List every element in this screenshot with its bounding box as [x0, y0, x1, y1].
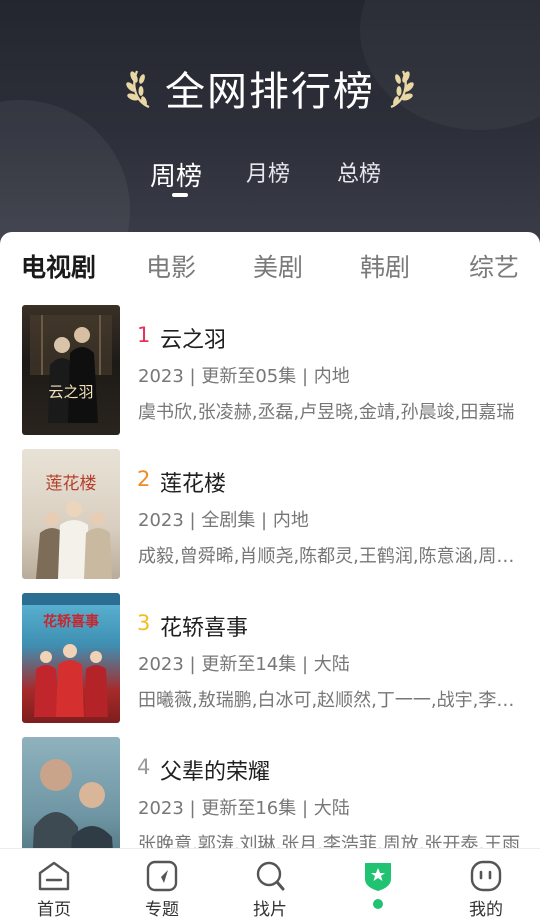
- category-tabs: 电视剧 电影 美剧 韩剧 综艺: [0, 248, 540, 288]
- search-icon: [256, 861, 285, 891]
- drama-meta: 2023 | 全剧集 | 内地: [138, 510, 309, 531]
- bottom-navigation: 首页 专题 找片 我的: [0, 848, 540, 922]
- category-tab-variety[interactable]: 综艺: [469, 248, 519, 284]
- period-tabs: 周榜 月榜 总榜: [150, 150, 400, 200]
- drama-cast: 虞书欣,张凌赫,丞磊,卢昱晓,金靖,孙晨竣,田嘉瑞: [138, 402, 515, 423]
- category-tab-us-drama[interactable]: 美剧: [253, 248, 303, 284]
- header-decoration: [0, 100, 130, 250]
- nav-profile[interactable]: 我的: [446, 849, 526, 922]
- rank-number: 3: [137, 611, 151, 635]
- category-tab-tv[interactable]: 电视剧: [21, 248, 96, 284]
- poster-image[interactable]: 花轿喜事: [22, 593, 120, 723]
- poster-art: [30, 315, 112, 423]
- tab-monthly[interactable]: 月榜: [246, 156, 290, 188]
- drama-meta: 2023 | 更新至05集 | 内地: [138, 366, 350, 387]
- ranking-header: 全网排行榜 周榜 月榜 总榜: [0, 0, 540, 250]
- drama-title[interactable]: 花轿喜事: [160, 610, 248, 642]
- drama-meta: 2023 | 更新至14集 | 大陆: [138, 654, 350, 675]
- home-icon: [38, 861, 70, 891]
- tab-weekly[interactable]: 周榜: [150, 156, 202, 193]
- rank-number: 1: [137, 323, 151, 347]
- poster-image[interactable]: 莲花楼: [22, 449, 120, 579]
- drama-title[interactable]: 莲花楼: [160, 466, 226, 498]
- category-tab-korean-drama[interactable]: 韩剧: [360, 248, 410, 284]
- nav-label: 专题: [145, 900, 179, 920]
- poster-title: 莲花楼: [45, 474, 97, 494]
- poster-title: 云之羽: [48, 383, 94, 401]
- drama-cast: 成毅,曾舜晞,肖顺尧,陈都灵,王鹤润,陈意涵,周依然: [138, 546, 523, 567]
- drama-meta: 2023 | 更新至16集 | 大陆: [138, 798, 350, 819]
- nav-find[interactable]: 找片: [230, 849, 310, 922]
- nav-label: 找片: [253, 900, 287, 920]
- drama-title[interactable]: 云之羽: [160, 322, 226, 354]
- ranking-badge-icon: [365, 863, 391, 891]
- drama-title[interactable]: 父辈的荣耀: [160, 754, 270, 786]
- rank-number: 2: [137, 467, 151, 491]
- nav-ranking[interactable]: [338, 849, 418, 922]
- active-nav-indicator: [373, 899, 383, 909]
- laurel-left-icon: [126, 70, 150, 109]
- page-title: 全网排行榜: [165, 69, 375, 115]
- laurel-right-icon: [390, 70, 414, 109]
- drama-cast: 田曦薇,敖瑞鹏,白冰可,赵顺然,丁一一,战宇,李昀锐: [138, 690, 523, 711]
- poster-title: 花轿喜事: [43, 614, 99, 630]
- title-row: 全网排行榜: [0, 58, 540, 118]
- nav-home[interactable]: 首页: [14, 849, 94, 922]
- compass-icon: [146, 860, 178, 892]
- category-tab-movie[interactable]: 电影: [146, 248, 196, 284]
- ranking-item[interactable]: 云之羽 1 云之羽 2023 | 更新至05集 | 内地 虞书欣,张凌赫,丞磊,…: [0, 305, 540, 435]
- rank-number: 4: [137, 755, 151, 779]
- profile-icon: [470, 860, 502, 892]
- nav-topics[interactable]: 专题: [122, 849, 202, 922]
- tab-all-time[interactable]: 总榜: [337, 156, 381, 188]
- nav-label: 我的: [469, 900, 503, 920]
- ranking-item[interactable]: 莲花楼 2 莲花楼 2023 | 全剧集 | 内地 成毅,曾舜晞,肖顺尧,陈都灵…: [0, 449, 540, 579]
- nav-label: 首页: [37, 900, 71, 920]
- active-tab-indicator: [172, 193, 188, 197]
- ranking-item[interactable]: 花轿喜事 3 花轿喜事 2023 | 更新至14集 | 大陆 田曦薇,敖瑞鹏,白…: [0, 593, 540, 723]
- poster-image[interactable]: 云之羽: [22, 305, 120, 435]
